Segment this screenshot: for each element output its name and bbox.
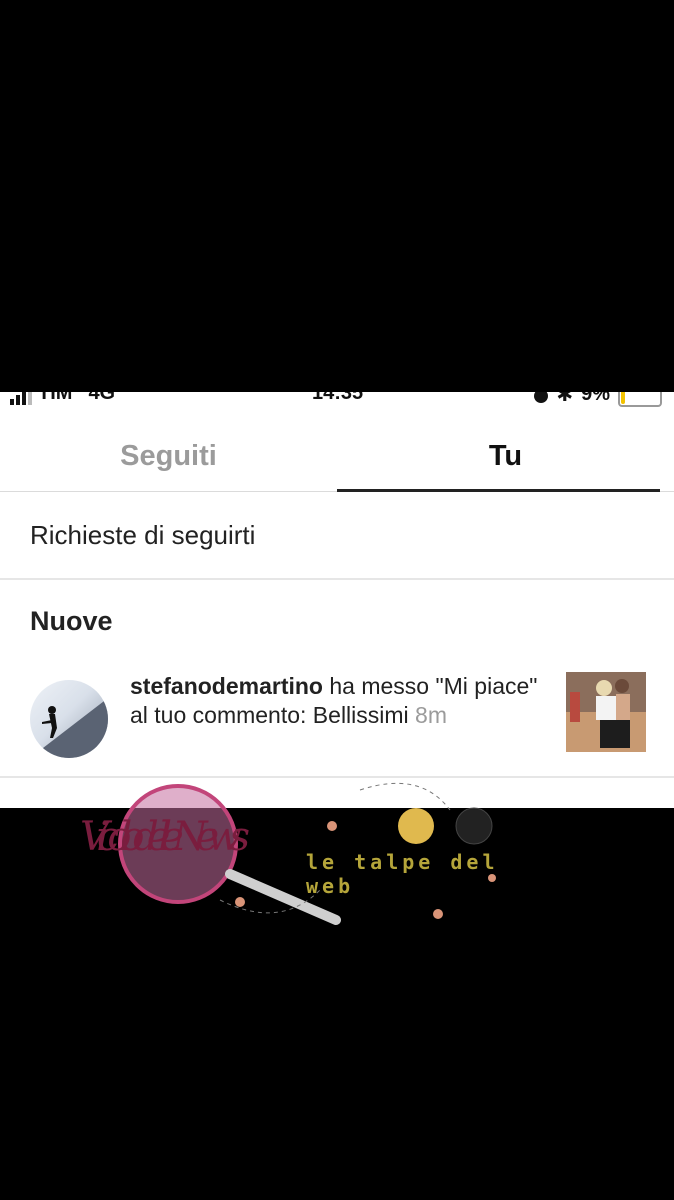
status-bar: TIM 4G 14:35 ✱ 9% xyxy=(0,392,674,407)
status-left: TIM 4G xyxy=(10,392,115,405)
status-time: 14:35 xyxy=(312,392,364,404)
page: TIM 4G 14:35 ✱ 9% Seguiti Tu Richieste d… xyxy=(0,0,674,1200)
watermark-logo-text: Vicolo delle News xyxy=(80,814,250,860)
signal-icon xyxy=(10,392,32,405)
activity-tabs: Seguiti Tu xyxy=(0,420,674,492)
lock-rotation-icon xyxy=(534,392,549,403)
post-thumbnail-image xyxy=(566,672,646,752)
notification-text: stefanodemartino ha messo "Mi piace" al … xyxy=(130,672,540,730)
post-thumbnail[interactable] xyxy=(566,672,646,752)
notification-username[interactable]: stefanodemartino xyxy=(130,673,323,699)
status-right: ✱ 9% xyxy=(534,392,662,407)
bluetooth-icon: ✱ xyxy=(556,392,574,406)
battery-icon xyxy=(618,392,662,407)
section-title-new: Nuove xyxy=(30,606,113,636)
tab-following[interactable]: Seguiti xyxy=(0,420,337,492)
carrier-label: TIM xyxy=(38,392,73,404)
avatar[interactable] xyxy=(30,680,108,758)
follow-requests-row[interactable]: Richieste di seguirti xyxy=(0,492,674,580)
watermark: Vicolo delle News le talpe del web xyxy=(60,770,540,940)
tab-you[interactable]: Tu xyxy=(337,420,674,492)
avatar-image xyxy=(30,698,108,758)
battery-percent: 9% xyxy=(581,392,610,405)
follow-requests-label: Richieste di seguirti xyxy=(30,519,256,550)
instagram-activity-screen: TIM 4G 14:35 ✱ 9% Seguiti Tu Richieste d… xyxy=(0,392,674,808)
notification-item[interactable]: stefanodemartino ha messo "Mi piace" al … xyxy=(0,672,674,778)
notification-time: 8m xyxy=(415,702,447,728)
watermark-tagline: le talpe del web xyxy=(306,850,499,898)
network-label: 4G xyxy=(88,392,116,404)
